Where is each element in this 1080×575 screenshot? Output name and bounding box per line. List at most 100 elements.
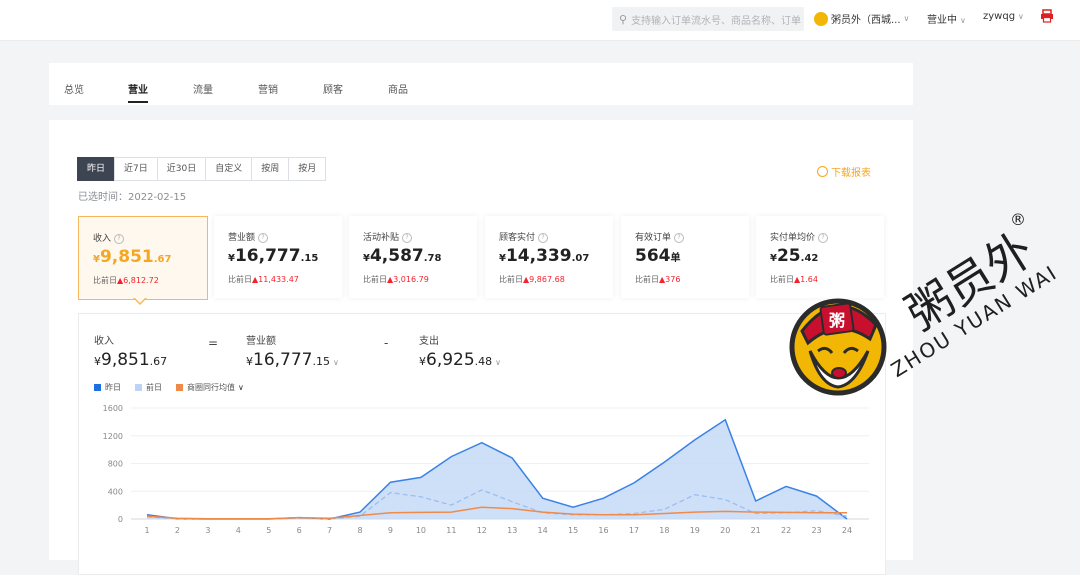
- x-tick-label: 21: [751, 526, 761, 535]
- income-chart: 040080012001600 1 2 3 4 5 6 7 8 9 10 11 12 13 14 15 16 1…: [103, 404, 869, 535]
- kpi-compare: 比前日▲9,867.68: [499, 275, 565, 284]
- search-placeholder: 支持输入订单流水号、商品名称、订单: [631, 15, 802, 27]
- tab-overview[interactable]: 总览: [64, 81, 84, 96]
- tab-bar: 总览 营业 流量 营销 顾客 商品: [49, 63, 913, 105]
- kpi-card[interactable]: 顾客实付? ¥14,339.07 比前日▲9,867.68: [485, 216, 613, 298]
- income-label: 收入: [94, 336, 114, 347]
- equals-sign: =: [208, 336, 219, 350]
- expense-value[interactable]: ¥6,925.48 ∨: [419, 350, 501, 370]
- kpi-card[interactable]: 有效订单? 564单比前日▲376: [621, 216, 749, 298]
- kpi-compare: 比前日▲376: [635, 275, 681, 284]
- chevron-down-icon: ∨: [903, 14, 910, 23]
- range-30-days[interactable]: 近30日: [156, 157, 207, 181]
- x-tick-label: 17: [629, 526, 639, 535]
- kpi-value: 564单: [635, 246, 681, 266]
- x-tick-label: 15: [568, 526, 578, 535]
- kpi-card[interactable]: 收入? ¥9,851.67 比前日▲6,812.72: [78, 216, 208, 300]
- logo-registered-mark: ®: [1010, 210, 1026, 229]
- series-yesterday-area: [147, 419, 847, 519]
- download-icon: [817, 166, 828, 177]
- x-tick-label: 22: [781, 526, 791, 535]
- user-dropdown[interactable]: zywqg ∨: [983, 11, 1024, 22]
- legend-yesterday[interactable]: 昨日: [94, 382, 121, 393]
- tab-traffic[interactable]: 流量: [193, 81, 213, 96]
- brand-watermark-logo: 粥 粥员外 ZHOU YUAN WAI ®: [789, 210, 1062, 396]
- search-input[interactable]: ⚲ 支持输入订单流水号、商品名称、订单: [612, 7, 804, 31]
- x-tick-label: 11: [446, 526, 456, 535]
- chart-legend: 昨日 前日 商圈同行均值 ∨: [94, 382, 258, 393]
- x-tick-label: 5: [266, 526, 271, 535]
- kpi-label: 活动补贴?: [363, 230, 413, 243]
- legend-peer-average[interactable]: 商圈同行均值 ∨: [176, 382, 244, 393]
- x-tick-label: 6: [297, 526, 302, 535]
- date-range-selector: 昨日 近7日 近30日 自定义 按周 按月: [77, 157, 327, 181]
- help-icon[interactable]: ?: [402, 233, 413, 243]
- turnover-label: 营业额: [246, 336, 276, 347]
- expense-label: 支出: [419, 336, 439, 347]
- tab-marketing[interactable]: 营销: [258, 81, 278, 96]
- x-tick-label: 20: [720, 526, 730, 535]
- store-avatar-icon: [814, 11, 828, 26]
- y-tick-label: 800: [108, 460, 123, 469]
- x-tick-label: 4: [236, 526, 241, 535]
- kpi-label: 有效订单?: [635, 230, 685, 243]
- tab-products[interactable]: 商品: [388, 81, 408, 96]
- chevron-down-icon: ∨: [960, 16, 966, 25]
- x-tick-label: 9: [388, 526, 393, 535]
- store-name: 粥员外（西城...: [831, 15, 901, 26]
- range-yesterday[interactable]: 昨日: [77, 157, 116, 181]
- kpi-value: ¥9,851.67: [93, 247, 172, 267]
- y-tick-label: 400: [108, 487, 123, 496]
- download-label: 下载报表: [831, 168, 871, 179]
- help-icon[interactable]: ?: [538, 233, 549, 243]
- kpi-compare: 比前日▲6,812.72: [93, 276, 159, 285]
- help-icon[interactable]: ?: [114, 234, 125, 244]
- chevron-down-icon: ∨: [495, 358, 502, 367]
- x-tick-label: 24: [842, 526, 852, 535]
- x-tick-label: 23: [811, 526, 821, 535]
- range-by-week[interactable]: 按周: [251, 157, 290, 181]
- x-tick-label: 10: [416, 526, 426, 535]
- status-label: 营业中: [927, 15, 957, 26]
- y-tick-label: 1200: [103, 432, 123, 441]
- help-icon[interactable]: ?: [674, 233, 685, 243]
- range-by-month[interactable]: 按月: [288, 157, 327, 181]
- help-icon[interactable]: ?: [258, 233, 269, 243]
- chevron-down-icon: ∨: [238, 383, 244, 392]
- status-dropdown[interactable]: 营业中 ∨: [927, 11, 966, 26]
- kpi-value: ¥14,339.07: [499, 246, 590, 266]
- y-tick-label: 1600: [103, 404, 123, 413]
- range-7-days[interactable]: 近7日: [114, 157, 158, 181]
- kpi-value: ¥4,587.78: [363, 246, 442, 266]
- x-tick-label: 16: [598, 526, 608, 535]
- x-tick-label: 8: [357, 526, 362, 535]
- active-kpi-pointer-fill: [134, 297, 146, 303]
- tab-business[interactable]: 营业: [128, 81, 148, 103]
- x-tick-label: 19: [690, 526, 700, 535]
- store-selector[interactable]: 粥员外（西城... ∨: [814, 11, 909, 26]
- income-value: ¥9,851.67: [94, 350, 168, 370]
- top-bar: ⚲ 支持输入订单流水号、商品名称、订单 粥员外（西城... ∨ 营业中 ∨ zyw…: [0, 0, 1080, 41]
- x-tick-label: 3: [205, 526, 210, 535]
- printer-icon[interactable]: [1040, 9, 1054, 23]
- y-tick-label: 0: [118, 515, 123, 524]
- turnover-value[interactable]: ¥16,777.15 ∨: [246, 350, 339, 370]
- chevron-down-icon: ∨: [1018, 12, 1024, 21]
- selected-time: 已选时间：2022-02-15: [78, 192, 187, 203]
- x-tick-label: 13: [507, 526, 517, 535]
- kpi-card[interactable]: 营业额? ¥16,777.15 比前日▲11,433.47: [214, 216, 342, 298]
- range-custom[interactable]: 自定义: [205, 157, 253, 181]
- x-tick-label: 14: [538, 526, 548, 535]
- download-report-button[interactable]: 下载报表: [817, 164, 871, 179]
- kpi-compare: 比前日▲3,016.79: [363, 275, 429, 284]
- logo-badge-text: 粥: [829, 311, 845, 330]
- user-name: zywqg: [983, 11, 1016, 22]
- search-icon: ⚲: [619, 12, 628, 26]
- kpi-card[interactable]: 活动补贴? ¥4,587.78 比前日▲3,016.79: [349, 216, 477, 298]
- kpi-compare: 比前日▲11,433.47: [228, 275, 299, 284]
- x-tick-label: 18: [659, 526, 669, 535]
- kpi-label: 营业额?: [228, 230, 269, 243]
- x-tick-label: 7: [327, 526, 332, 535]
- tab-customers[interactable]: 顾客: [323, 81, 343, 96]
- legend-day-before[interactable]: 前日: [135, 382, 162, 393]
